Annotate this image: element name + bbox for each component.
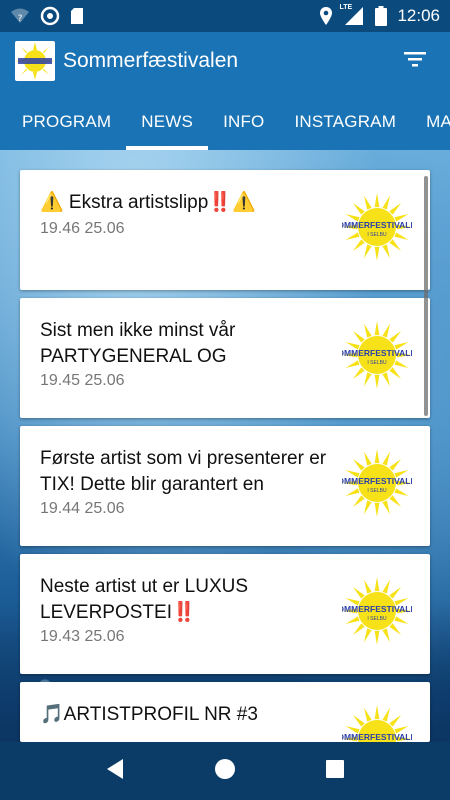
wifi-question-icon: ? (10, 7, 30, 25)
festival-sun-logo: SOMMERFESTIVALEN I SELBU (332, 448, 422, 518)
festival-logo (15, 41, 55, 81)
status-bar: ? LTE 12:06 (0, 0, 450, 32)
tab-bar: PROGRAM NEWS INFO INSTAGRAM MAP (0, 90, 450, 150)
svg-text:SOMMERFESTIVALEN: SOMMERFESTIVALEN (342, 732, 412, 742)
festival-sun-logo: SOMMERFESTIVALEN I SELBU (332, 576, 422, 646)
svg-text:SOMMERFESTIVALEN: SOMMERFESTIVALEN (342, 476, 412, 486)
news-time: 19.43 25.06 (40, 628, 125, 645)
news-card[interactable]: Neste artist ut er LUXUS LEVERPOSTEI‼️ 1… (20, 554, 430, 674)
signal-icon: LTE (339, 4, 365, 26)
svg-text:I SELBU: I SELBU (367, 360, 387, 366)
scrollbar[interactable] (424, 176, 428, 416)
sd-card-icon (70, 7, 84, 25)
news-title: ⚠️ Ekstra artistslipp‼️⚠️ (40, 192, 256, 213)
tab-map[interactable]: MAP (411, 90, 450, 150)
back-icon (105, 758, 125, 785)
system-nav-bar (0, 742, 450, 800)
festival-sun-logo: SOMMERFESTIVALENI SELBU (332, 704, 422, 742)
svg-text:SOMMERFESTIVALEN: SOMMERFESTIVALEN (342, 604, 412, 614)
news-card[interactable]: ⚠️ Ekstra artistslipp‼️⚠️ 19.46 25.06 SO… (20, 170, 430, 290)
network-type: LTE (339, 4, 353, 11)
svg-text:?: ? (18, 14, 23, 24)
home-button[interactable] (205, 751, 245, 791)
news-time: 19.45 25.06 (40, 372, 125, 389)
filter-button[interactable] (402, 48, 428, 74)
news-title: Første artist som vi presenterer er TIX!… (40, 448, 327, 495)
sync-circle-icon (40, 6, 60, 26)
news-card[interactable]: Første artist som vi presenterer er TIX!… (20, 426, 430, 546)
location-icon (319, 6, 333, 26)
news-title: Sist men ikke minst vår PARTYGENERAL OG (40, 320, 236, 367)
news-time: 19.46 25.06 (40, 220, 125, 237)
app-bar: Sommerfæstivalen (0, 32, 450, 90)
tab-program[interactable]: PROGRAM (0, 90, 126, 150)
tab-news[interactable]: NEWS (126, 90, 208, 150)
svg-text:SOMMERFESTIVALEN: SOMMERFESTIVALEN (342, 348, 412, 358)
festival-sun-logo: SOMMERFESTIVALEN I SELBU (332, 192, 422, 262)
status-time: 12:06 (397, 6, 440, 25)
battery-icon (375, 6, 388, 26)
news-time: 19.44 25.06 (40, 500, 125, 517)
filter-icon (404, 51, 426, 72)
news-title: Neste artist ut er LUXUS LEVERPOSTEI‼️ (40, 576, 249, 623)
back-button[interactable] (95, 751, 135, 791)
tab-info[interactable]: INFO (208, 90, 279, 150)
news-title: 🎵ARTISTPROFIL NR #3 (40, 704, 258, 725)
recents-button[interactable] (315, 751, 355, 791)
recents-icon (325, 759, 345, 784)
tab-instagram[interactable]: INSTAGRAM (279, 90, 411, 150)
svg-text:I SELBU: I SELBU (367, 616, 387, 622)
app-title: Sommerfæstivalen (63, 49, 239, 72)
news-card[interactable]: 🎵ARTISTPROFIL NR #3 SOMMERFESTIVALENI SE… (20, 682, 430, 742)
svg-text:SOMMERFESTIVALEN: SOMMERFESTIVALEN (342, 220, 412, 230)
svg-text:I SELBU: I SELBU (367, 488, 387, 494)
svg-text:I SELBU: I SELBU (367, 232, 387, 238)
news-card[interactable]: Sist men ikke minst vår PARTYGENERAL OG … (20, 298, 430, 418)
home-icon (214, 758, 236, 785)
festival-sun-logo: SOMMERFESTIVALEN I SELBU (332, 320, 422, 390)
